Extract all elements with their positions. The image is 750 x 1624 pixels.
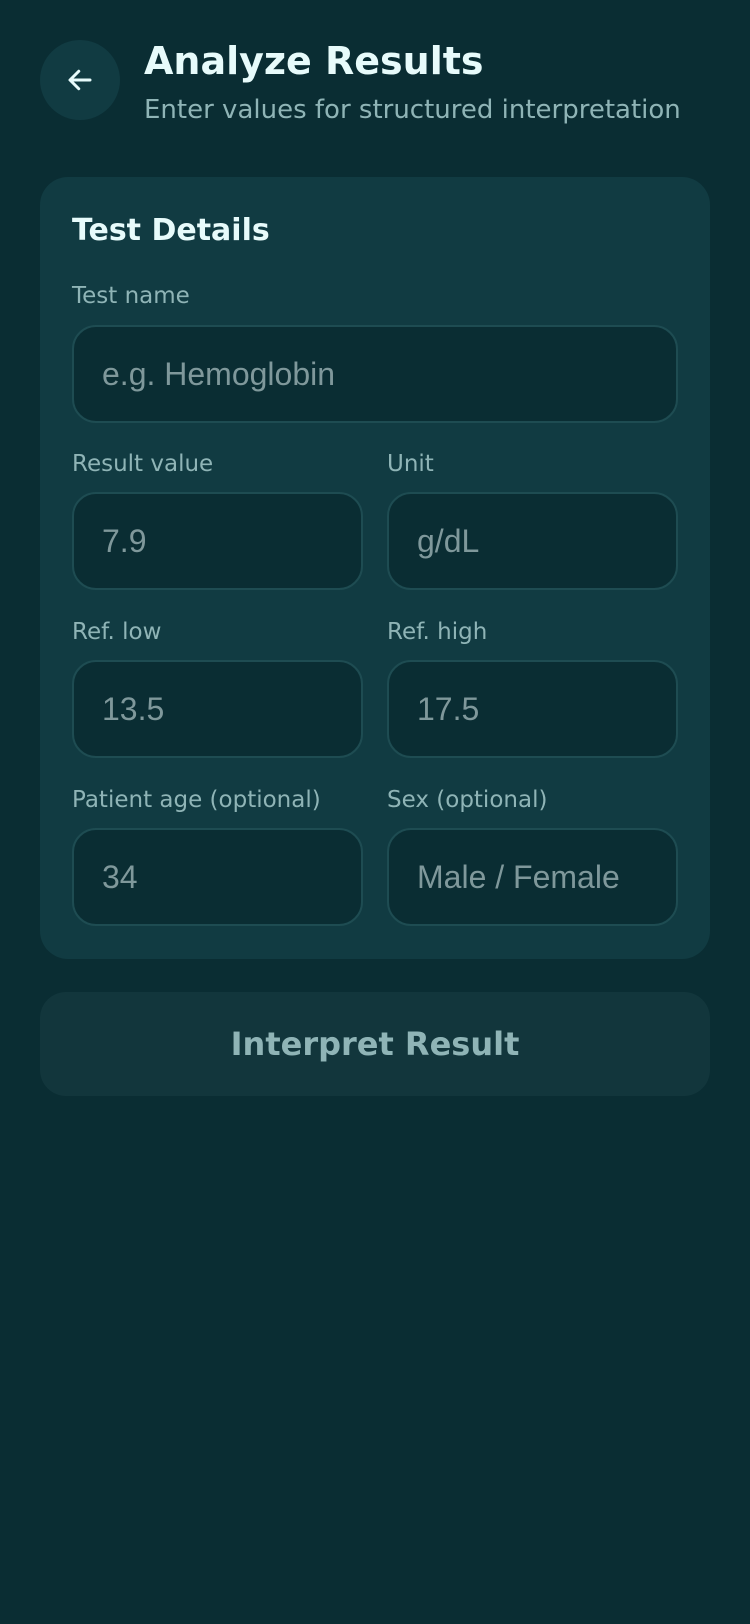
page-subtitle: Enter values for structured interpretati… (144, 95, 681, 125)
test-name-label: Test name (72, 283, 190, 309)
interpret-result-button[interactable]: Interpret Result (40, 992, 710, 1096)
ref-high-label: Ref. high (387, 619, 488, 645)
sex-input[interactable] (387, 828, 678, 926)
sex-label: Sex (optional) (387, 787, 548, 813)
back-button[interactable] (40, 40, 120, 120)
patient-age-input[interactable] (72, 828, 363, 926)
ref-low-label: Ref. low (72, 619, 162, 645)
ref-low-input[interactable] (72, 660, 363, 758)
card-title: Test Details (72, 213, 270, 248)
patient-age-label: Patient age (optional) (72, 787, 321, 813)
arrow-left-icon (65, 65, 95, 95)
analyze-results-screen: Analyze Results Enter values for structu… (0, 0, 750, 1624)
ref-high-input[interactable] (387, 660, 678, 758)
test-name-input[interactable] (72, 325, 678, 423)
result-value-label: Result value (72, 451, 214, 477)
result-value-input[interactable] (72, 492, 363, 590)
unit-input[interactable] (387, 492, 678, 590)
unit-label: Unit (387, 451, 434, 477)
test-details-card: Test Details Test name Result value Unit… (40, 177, 710, 959)
page-header: Analyze Results Enter values for structu… (40, 40, 710, 125)
page-title: Analyze Results (144, 39, 484, 83)
header-text: Analyze Results Enter values for structu… (144, 40, 710, 126)
